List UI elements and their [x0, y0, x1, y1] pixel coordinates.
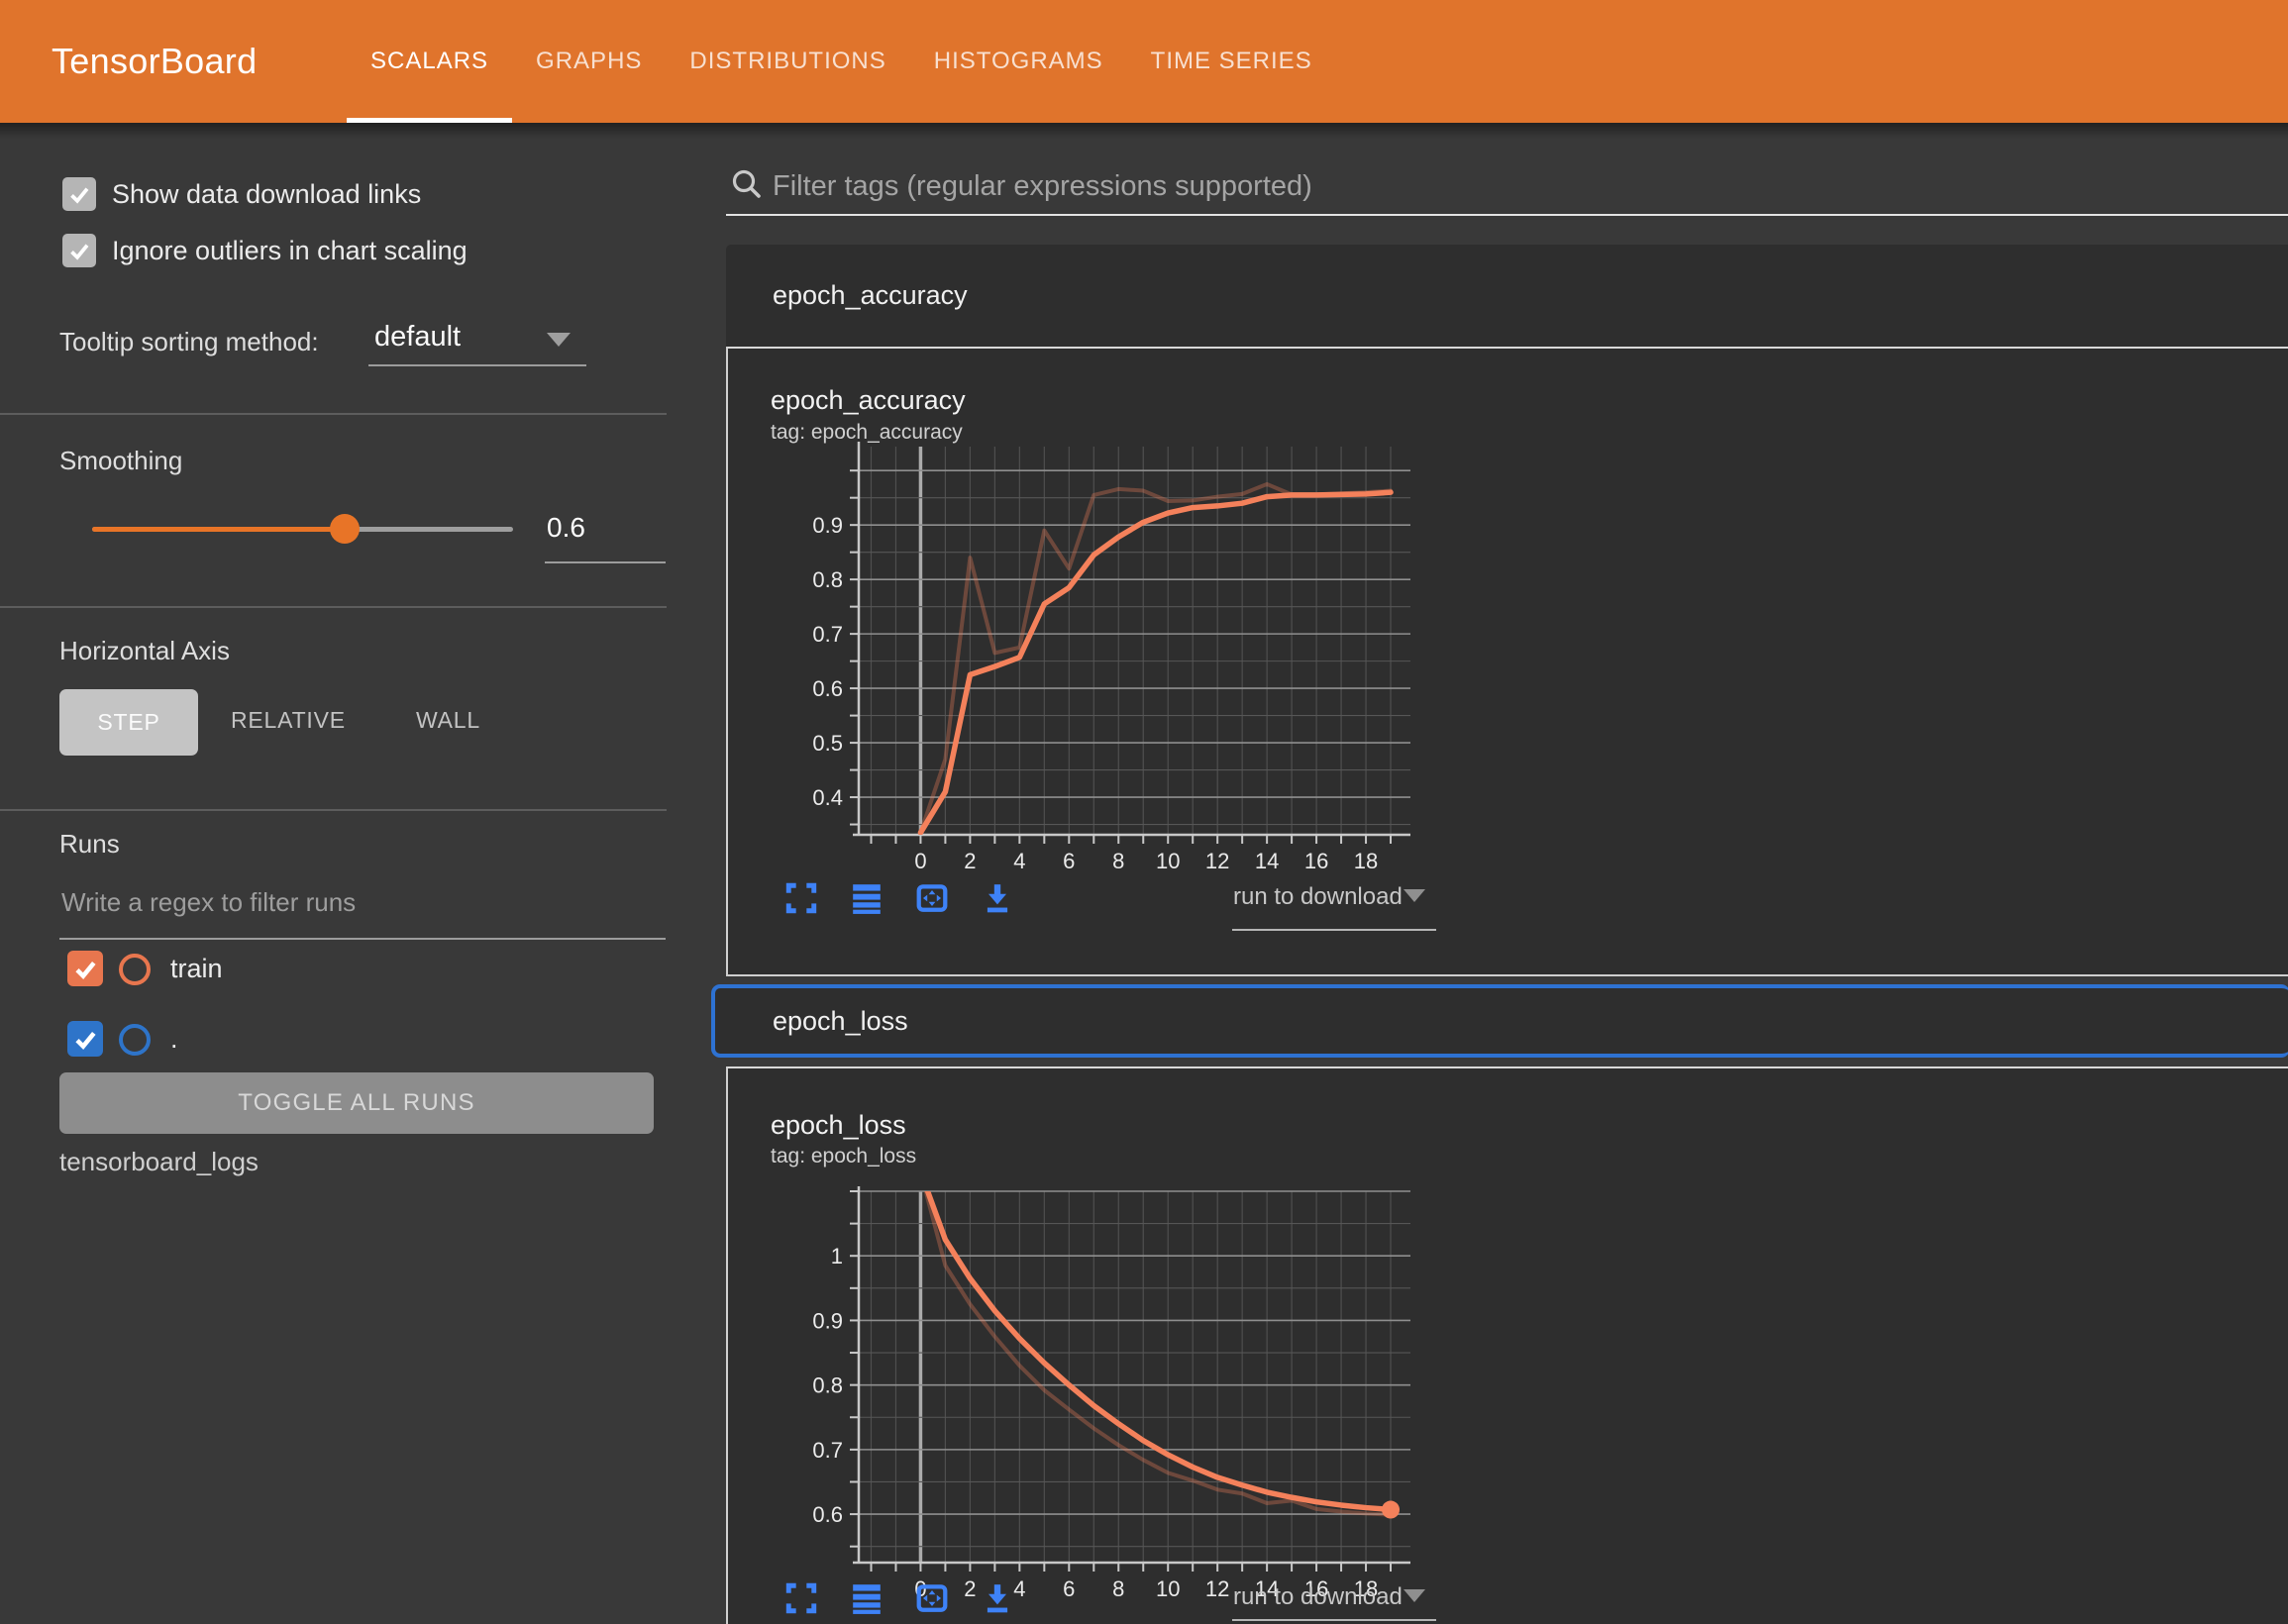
- svg-text:18: 18: [1354, 849, 1378, 873]
- run-to-download-underline: [1232, 929, 1436, 931]
- chart-title: epoch_accuracy: [771, 385, 966, 416]
- svg-text:0.6: 0.6: [812, 1502, 843, 1527]
- show-download-links-checkbox[interactable]: [62, 177, 96, 211]
- tag-group-body-epoch-loss: epoch_loss tag: epoch_loss 0246810121416…: [726, 1066, 2288, 1624]
- log-scale-icon[interactable]: [850, 881, 884, 915]
- loss-line-chart[interactable]: 0246810121416180.60.70.80.91: [794, 1185, 1468, 1624]
- tab-bar: SCALARSGRAPHSDISTRIBUTIONSHISTOGRAMSTIME…: [347, 0, 1336, 123]
- svg-text:8: 8: [1112, 1576, 1124, 1601]
- chart-tag-subtitle: tag: epoch_loss: [771, 1145, 916, 1168]
- run-row-train: train: [0, 951, 674, 990]
- accuracy-line-chart[interactable]: 0 2 4 6 8 10 12 14 16 18 0.4 0.5 0.6 0.7 0.8 0.9: [794, 441, 1468, 886]
- svg-text:0.5: 0.5: [812, 731, 843, 756]
- svg-text:0.6: 0.6: [812, 676, 843, 701]
- fit-domain-icon[interactable]: [915, 881, 949, 915]
- tag-group-title: epoch_accuracy: [773, 245, 2288, 347]
- tooltip-sorting-select[interactable]: default: [374, 321, 461, 354]
- log-directory-label: tensorboard_logs: [59, 1147, 259, 1177]
- svg-text:2: 2: [964, 849, 976, 873]
- tooltip-sorting-underline: [368, 364, 586, 366]
- app-title: TensorBoard: [52, 0, 257, 123]
- svg-text:1: 1: [831, 1244, 843, 1269]
- svg-text:6: 6: [1063, 1576, 1075, 1601]
- svg-text:8: 8: [1112, 849, 1124, 873]
- chevron-down-icon[interactable]: [547, 333, 571, 347]
- app-header: TensorBoard SCALARSGRAPHSDISTRIBUTIONSHI…: [0, 0, 2288, 123]
- run-train-checkbox[interactable]: [67, 951, 103, 986]
- filter-tags-input[interactable]: [771, 162, 2211, 210]
- tag-group-title: epoch_loss: [773, 988, 2288, 1054]
- download-icon[interactable]: [981, 881, 1014, 915]
- smoothing-label: Smoothing: [59, 446, 182, 476]
- run-color-swatch: [119, 954, 151, 985]
- svg-text:0.9: 0.9: [812, 1308, 843, 1333]
- header-shadow: [0, 123, 2288, 139]
- show-download-links-label: Show data download links: [112, 179, 421, 210]
- svg-text:10: 10: [1156, 849, 1180, 873]
- ignore-outliers-label: Ignore outliers in chart scaling: [112, 236, 468, 266]
- divider: [0, 413, 667, 415]
- ignore-outliers-checkbox[interactable]: [62, 234, 96, 267]
- runs-filter-input[interactable]: [59, 886, 658, 919]
- fullscreen-icon[interactable]: [784, 1581, 818, 1615]
- svg-text:12: 12: [1205, 849, 1229, 873]
- axis-wall-button[interactable]: WALL: [416, 707, 480, 734]
- run-label: .: [170, 1024, 178, 1055]
- svg-text:0.8: 0.8: [812, 1373, 843, 1398]
- tag-group-header-epoch-loss[interactable]: epoch_loss: [711, 984, 2288, 1058]
- horizontal-axis-label: Horizontal Axis: [59, 636, 230, 666]
- svg-text:6: 6: [1063, 849, 1075, 873]
- fit-domain-icon[interactable]: [915, 1581, 949, 1615]
- svg-text:0.4: 0.4: [812, 785, 843, 810]
- chevron-down-icon[interactable]: [1404, 889, 1425, 902]
- chevron-down-icon[interactable]: [1404, 1589, 1425, 1602]
- run-color-swatch: [119, 1024, 151, 1056]
- tag-group-header-epoch-accuracy[interactable]: epoch_accuracy: [726, 245, 2288, 347]
- svg-text:0.7: 0.7: [812, 1438, 843, 1463]
- svg-text:4: 4: [1013, 1576, 1025, 1601]
- tab-scalars[interactable]: SCALARS: [347, 0, 512, 123]
- svg-text:0.9: 0.9: [812, 513, 843, 538]
- divider: [0, 606, 667, 608]
- smoothing-slider[interactable]: [92, 527, 513, 532]
- tensorboard-app: TensorBoard SCALARSGRAPHSDISTRIBUTIONSHI…: [0, 0, 2288, 1624]
- fullscreen-icon[interactable]: [784, 881, 818, 915]
- svg-text:0.8: 0.8: [812, 567, 843, 592]
- tooltip-sorting-label: Tooltip sorting method:: [59, 327, 319, 357]
- runs-label: Runs: [59, 829, 120, 860]
- run-row-dot: .: [0, 1021, 674, 1061]
- download-icon[interactable]: [981, 1581, 1014, 1615]
- tab-distributions[interactable]: DISTRIBUTIONS: [666, 0, 909, 123]
- smoothing-value[interactable]: 0.6: [547, 512, 585, 544]
- svg-text:4: 4: [1013, 849, 1025, 873]
- svg-text:0.7: 0.7: [812, 622, 843, 647]
- smoothing-value-underline: [545, 561, 666, 563]
- svg-text:12: 12: [1205, 1576, 1229, 1601]
- filter-tags-underline: [726, 214, 2288, 216]
- toggle-all-runs-button[interactable]: TOGGLE ALL RUNS: [59, 1072, 654, 1134]
- run-to-download-select[interactable]: run to download: [1233, 883, 1403, 911]
- tab-graphs[interactable]: GRAPHS: [512, 0, 666, 123]
- axis-relative-button[interactable]: RELATIVE: [231, 707, 346, 734]
- log-scale-icon[interactable]: [850, 1581, 884, 1615]
- chart-title: epoch_loss: [771, 1110, 906, 1141]
- smoothing-slider-fill: [92, 527, 345, 532]
- svg-text:14: 14: [1255, 849, 1279, 873]
- tab-time-series[interactable]: TIME SERIES: [1127, 0, 1336, 123]
- svg-text:16: 16: [1304, 849, 1328, 873]
- runs-filter-underline: [59, 938, 666, 940]
- run-to-download-underline: [1232, 1619, 1436, 1621]
- axis-step-button[interactable]: STEP: [59, 689, 198, 756]
- svg-text:2: 2: [964, 1576, 976, 1601]
- smoothing-slider-thumb[interactable]: [330, 514, 360, 544]
- svg-text:10: 10: [1156, 1576, 1180, 1601]
- run-label: train: [170, 954, 223, 984]
- svg-text:0: 0: [914, 849, 926, 873]
- search-icon: [729, 166, 765, 202]
- divider: [0, 809, 667, 811]
- tag-group-body-epoch-accuracy: epoch_accuracy tag: epoch_accuracy 02468…: [726, 347, 2288, 976]
- run-to-download-select[interactable]: run to download: [1233, 1583, 1403, 1611]
- tab-histograms[interactable]: HISTOGRAMS: [910, 0, 1127, 123]
- run-dot-checkbox[interactable]: [67, 1021, 103, 1057]
